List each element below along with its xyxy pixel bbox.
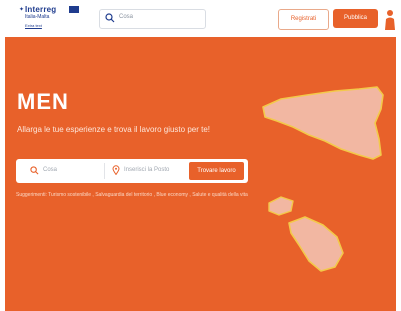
header-search-input[interactable]: Cosa	[99, 9, 206, 29]
logo-line-1: Interreg	[25, 5, 57, 14]
sicily-malta-map	[262, 86, 384, 272]
search-icon	[30, 166, 39, 175]
eu-flag-icon	[69, 6, 79, 13]
publish-button[interactable]: Pubblica	[333, 9, 378, 28]
location-pin-icon	[112, 165, 120, 175]
find-jobs-button[interactable]: Trovare lavoro	[189, 162, 244, 180]
where-input[interactable]: Inserisci la Posto	[124, 167, 169, 173]
register-button[interactable]: Registrati	[278, 9, 329, 30]
hero-title: MEN	[17, 89, 69, 114]
interreg-logo[interactable]: ✦ Interreg Italia-Malta Extra text	[17, 5, 87, 33]
logo-line-3: Extra text	[25, 23, 42, 28]
hero-subtitle: Allarga le tue esperienze e trova il lav…	[17, 125, 210, 134]
hero-banner: MEN Allarga le tue esperienze e trova il…	[5, 37, 396, 311]
malta-shape	[288, 216, 344, 272]
what-input[interactable]: Cosa	[43, 167, 57, 173]
eu-stars-icon: ✦	[19, 7, 25, 13]
header-search-placeholder: Cosa	[119, 14, 134, 20]
search-divider	[104, 163, 105, 179]
sicily-shape	[262, 86, 384, 160]
person-icon[interactable]	[384, 9, 396, 31]
logo-line-2: Italia-Malta	[25, 14, 50, 20]
search-suggestions: Suggerimenti: Turismo sostenibile , Salv…	[16, 192, 248, 198]
top-navigation-bar: ✦ Interreg Italia-Malta Extra text Cosa …	[0, 0, 401, 37]
search-icon	[105, 13, 115, 23]
gozo-shape	[268, 196, 294, 216]
job-search-bar: Cosa Inserisci la Posto Trovare lavoro	[16, 159, 248, 183]
